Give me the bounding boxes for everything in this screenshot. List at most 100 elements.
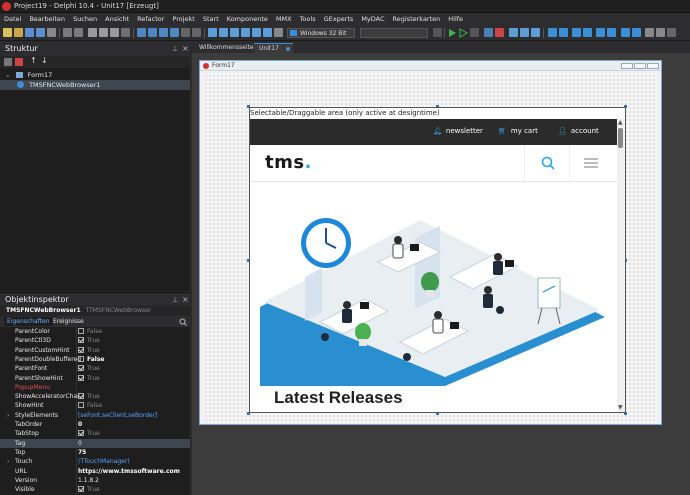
prop-touch[interactable]: › Touch (TTouchManager) — [0, 457, 190, 466]
scrollbar-thumb[interactable] — [618, 128, 623, 148]
prop-parentcolor[interactable]: ParentColor False — [0, 327, 190, 336]
move-up-icon[interactable]: ↑ — [30, 56, 37, 65]
back-icon[interactable] — [548, 28, 557, 37]
pin-icon[interactable]: ⊥ — [172, 296, 178, 304]
menu-registerkarten[interactable]: Registerkarten — [389, 13, 445, 25]
nav-back-icon[interactable] — [596, 28, 605, 37]
prop-value[interactable]: True — [78, 485, 100, 494]
prop-value[interactable]: https://www.tmssoftware.com — [78, 467, 180, 476]
close-icon[interactable]: × — [182, 44, 189, 53]
prop-top[interactable]: Top 75 — [0, 448, 190, 457]
prop-value[interactable]: True — [78, 392, 100, 401]
prop-parentshowhint[interactable]: ParentShowHint True — [0, 374, 190, 383]
open-icon[interactable] — [14, 28, 23, 37]
checkbox[interactable] — [78, 355, 84, 362]
prop-styleelements[interactable]: › StyleElements [seFont,seClient,seBorde… — [0, 411, 190, 420]
find-icon[interactable] — [121, 28, 130, 37]
collapse-all-icon[interactable] — [4, 58, 12, 66]
expand-chevron-icon[interactable]: › — [7, 457, 9, 466]
checkbox[interactable] — [78, 393, 84, 400]
nav-newsletter[interactable]: 🔔︎ newsletter — [433, 127, 483, 135]
tab-eigenschaften[interactable]: Eigenschaften — [4, 317, 53, 326]
minimize-button[interactable] — [621, 63, 633, 69]
checkbox[interactable] — [78, 337, 84, 344]
prop-showhint[interactable]: ShowHint False — [0, 401, 190, 410]
prop-value[interactable]: True — [78, 336, 100, 345]
prop-value[interactable]: 0 — [78, 439, 82, 448]
configuration-select[interactable] — [360, 28, 428, 38]
copy-icon[interactable] — [99, 28, 108, 37]
tree-node-webbrowser[interactable]: TMSFNCWebBrowser1 — [0, 80, 190, 90]
menu-suchen[interactable]: Suchen — [69, 13, 101, 25]
prop-value[interactable]: 1.1.8.2 — [78, 476, 99, 485]
prop-value[interactable]: True — [78, 364, 100, 373]
browser-scrollbar[interactable]: ▲ ▼ — [617, 119, 625, 412]
prop-value[interactable]: False — [78, 401, 102, 410]
prop-value[interactable]: False — [78, 327, 102, 336]
prop-value[interactable]: True — [78, 374, 100, 383]
close-icon[interactable]: × — [182, 295, 189, 304]
prop-parentfont[interactable]: ParentFont True — [0, 364, 190, 373]
hamburger-menu-icon[interactable] — [584, 158, 598, 168]
save-icon[interactable] — [25, 28, 34, 37]
prop-parentcustomhint[interactable]: ParentCustomHint True — [0, 346, 190, 355]
modified-dot-icon[interactable] — [285, 47, 290, 51]
cut-icon[interactable] — [88, 28, 97, 37]
component-selector[interactable]: TMSFNCWebBrowser1 TTMSFNCWebBrowser — [0, 306, 190, 316]
prop-showacceleratorchar[interactable]: ShowAcceleratorChar True — [0, 392, 190, 401]
prop-value[interactable]: False — [78, 355, 105, 364]
tab-unit17[interactable]: Unit17 — [254, 43, 293, 53]
align-left-icon[interactable] — [137, 28, 146, 37]
close-file-icon[interactable] — [47, 28, 56, 37]
prop-popupmenu[interactable]: PopupMenu — [0, 383, 190, 392]
prop-value[interactable]: True — [78, 429, 100, 438]
close-button[interactable] — [647, 63, 659, 69]
paste-icon[interactable] — [110, 28, 119, 37]
menu-start[interactable]: Start — [199, 13, 223, 25]
new-icon[interactable] — [3, 28, 12, 37]
move-down-icon[interactable]: ↓ — [41, 56, 48, 65]
menu-tools[interactable]: Tools — [296, 13, 320, 25]
run-dropdown-icon[interactable] — [470, 28, 479, 37]
platform-select[interactable]: Windows 32 Bit — [287, 28, 355, 38]
checkbox[interactable] — [78, 346, 84, 353]
toolbar-more-icon[interactable] — [645, 28, 654, 37]
toggle-form-unit-icon[interactable] — [241, 28, 250, 37]
tms-logo[interactable]: tms. — [265, 152, 312, 173]
menu-datei[interactable]: Datei — [0, 13, 25, 25]
prop-url[interactable]: URL https://www.tmssoftware.com — [0, 467, 190, 476]
stop-icon[interactable] — [495, 28, 504, 37]
nav-forward-icon[interactable] — [607, 28, 616, 37]
run-to-cursor-icon[interactable] — [531, 28, 540, 37]
expand-chevron-icon[interactable]: › — [7, 411, 9, 420]
unit-icon[interactable] — [230, 28, 239, 37]
prop-tabstop[interactable]: TabStop True — [0, 429, 190, 438]
prop-taborder[interactable]: TabOrder 0 — [0, 420, 190, 429]
menu-komponente[interactable]: Komponente — [223, 13, 272, 25]
layout-dropdown-icon[interactable] — [667, 28, 676, 37]
dropdown-icon[interactable] — [433, 28, 442, 37]
scroll-down-icon[interactable]: ▼ — [618, 404, 623, 411]
forward-icon[interactable] — [559, 28, 568, 37]
menu-mydac[interactable]: MyDAC — [357, 13, 388, 25]
checkbox[interactable] — [78, 402, 84, 409]
search-icon[interactable] — [179, 318, 187, 326]
view-unit-icon[interactable] — [263, 28, 272, 37]
undo-icon[interactable] — [63, 28, 72, 37]
prop-tag[interactable]: Tag 0 — [0, 438, 190, 448]
site-search-button[interactable] — [524, 145, 570, 181]
nav-account[interactable]: 👤︎ account — [558, 127, 599, 135]
menu-bearbeiten[interactable]: Bearbeiten — [25, 13, 69, 25]
step-over-icon[interactable] — [520, 28, 529, 37]
pin-icon[interactable]: ⊥ — [172, 45, 178, 53]
prop-parentdoublebuffered[interactable]: ParentDoubleBuffered False — [0, 355, 190, 364]
checkbox[interactable] — [78, 486, 84, 493]
delete-icon[interactable] — [15, 58, 23, 66]
menu-hilfe[interactable]: Hilfe — [444, 13, 467, 25]
prop-value[interactable]: [seFont,seClient,seBorder] — [78, 411, 158, 420]
run-icon[interactable] — [448, 28, 457, 38]
maximize-button[interactable] — [634, 63, 646, 69]
prop-value[interactable]: True — [78, 346, 100, 355]
menu-ansicht[interactable]: Ansicht — [101, 13, 133, 25]
prop-version[interactable]: Version 1.1.8.2 — [0, 476, 190, 485]
